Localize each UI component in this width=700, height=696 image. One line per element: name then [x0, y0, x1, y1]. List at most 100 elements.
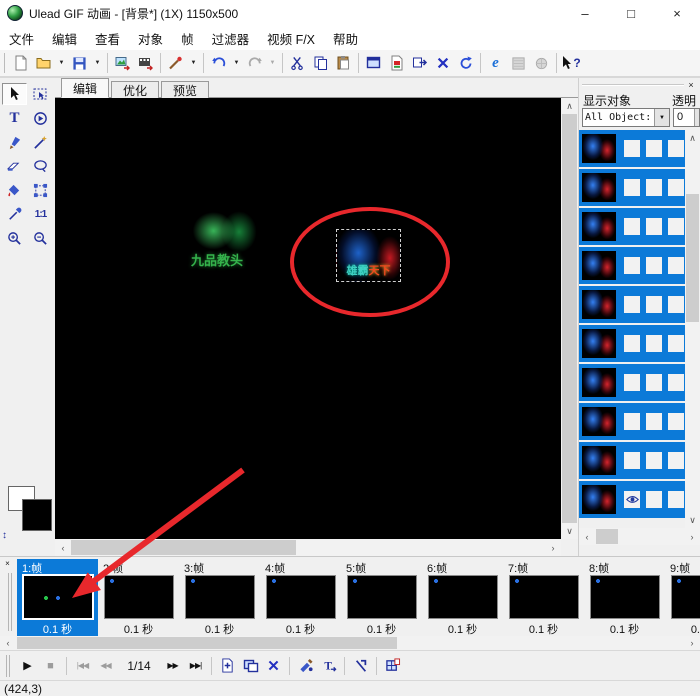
frame-checkbox[interactable]: [646, 296, 662, 313]
frame-thumbnail[interactable]: [590, 575, 660, 619]
frame-checkbox[interactable]: [646, 218, 662, 235]
frame-checkbox[interactable]: [668, 452, 684, 469]
frame-checkbox[interactable]: [668, 218, 684, 235]
scroll-right-icon[interactable]: ›: [684, 528, 700, 545]
frame-checkbox[interactable]: [624, 218, 640, 235]
menu-item-edit[interactable]: 编辑: [43, 29, 86, 48]
scroll-up-icon[interactable]: ∧: [561, 98, 578, 114]
object-thumbnail[interactable]: [582, 368, 616, 397]
frame-checkbox[interactable]: [646, 452, 662, 469]
scroll-right-icon[interactable]: ›: [684, 636, 700, 650]
object-thumbnail[interactable]: [582, 251, 616, 280]
transparency-input[interactable]: 0: [673, 108, 700, 127]
copy-button[interactable]: [309, 51, 332, 75]
object-row[interactable]: [579, 403, 686, 440]
maximize-button[interactable]: □: [608, 0, 654, 26]
transparency-spinner[interactable]: [694, 109, 699, 126]
canvas-vscroll-thumb[interactable]: [562, 114, 577, 523]
object-thumbnail[interactable]: [582, 290, 616, 319]
frame-checkbox[interactable]: [646, 335, 662, 352]
scroll-left-icon[interactable]: ‹: [55, 539, 71, 556]
timeline-frame[interactable]: 5:帧 0.1 秒: [341, 559, 422, 637]
cut-button[interactable]: [286, 51, 309, 75]
scroll-down-icon[interactable]: ∨: [561, 523, 578, 539]
scroll-up-icon[interactable]: ∧: [685, 130, 700, 146]
timeline-frame[interactable]: 1:帧 0.1 秒: [17, 559, 98, 637]
tool-lasso[interactable]: [28, 155, 53, 177]
open-dropdown-icon[interactable]: ▼: [55, 51, 68, 75]
timeline-frame[interactable]: 2:帧 0.1 秒: [98, 559, 179, 637]
object-thumbnail[interactable]: [582, 407, 616, 436]
frame-checkbox[interactable]: [624, 296, 640, 313]
object-row[interactable]: [579, 442, 686, 479]
object-filter-dropdown[interactable]: All Object: ▼: [582, 108, 670, 127]
animation-wizard-button[interactable]: [164, 51, 187, 75]
new-file-button[interactable]: [9, 51, 32, 75]
object-list-scrollbar[interactable]: ∧ ∨: [685, 130, 700, 528]
object-row[interactable]: [579, 286, 686, 323]
timeline-frame[interactable]: 9:帧 0.1 秒: [665, 559, 700, 637]
frame-checkbox[interactable]: [646, 491, 662, 508]
tool-pointer[interactable]: [2, 83, 27, 105]
canvas-vscrollbar[interactable]: ∧ ∨: [561, 98, 578, 539]
next-frame-button[interactable]: ▶▶: [161, 655, 184, 677]
menu-item-frame[interactable]: 帧: [172, 29, 203, 48]
stop-button[interactable]: ■: [39, 655, 62, 677]
tab-preview[interactable]: 预览: [161, 81, 209, 98]
canvas-hscroll-thumb[interactable]: [71, 540, 296, 555]
optimize-gif-button[interactable]: [385, 51, 408, 75]
tool-fill-bucket[interactable]: [2, 179, 27, 201]
open-file-button[interactable]: [32, 51, 55, 75]
frame-thumbnail[interactable]: [266, 575, 336, 619]
undo-dropdown-icon[interactable]: ▼: [230, 51, 243, 75]
context-help-button[interactable]: ?: [560, 51, 583, 75]
object-row[interactable]: [579, 130, 686, 167]
editing-canvas[interactable]: 九品教头 雄霸天下: [55, 98, 561, 539]
object-row[interactable]: [579, 208, 686, 245]
tool-zoom-in[interactable]: [2, 227, 27, 249]
object-thumbnail[interactable]: [582, 212, 616, 241]
scroll-left-icon[interactable]: ‹: [0, 636, 16, 650]
canvas-hscrollbar[interactable]: ‹ ›: [55, 539, 561, 556]
menu-item-filters[interactable]: 过滤器: [203, 29, 259, 48]
scroll-right-icon[interactable]: ›: [545, 539, 561, 556]
add-image-button[interactable]: [111, 51, 134, 75]
tool-eraser[interactable]: [2, 155, 27, 177]
frame-thumbnail[interactable]: [509, 575, 579, 619]
save-dropdown-icon[interactable]: ▼: [91, 51, 104, 75]
tool-eyedropper[interactable]: [2, 203, 27, 225]
effects-button[interactable]: [349, 655, 372, 677]
frame-checkbox[interactable]: [646, 413, 662, 430]
frame-thumbnail[interactable]: [23, 575, 93, 619]
redo-dropdown-icon[interactable]: ▼: [266, 51, 279, 75]
frame-checkbox[interactable]: [668, 335, 684, 352]
minimize-button[interactable]: –: [562, 0, 608, 26]
object-thumbnail[interactable]: [582, 134, 616, 163]
tool-animation-wizard[interactable]: [28, 107, 53, 129]
selected-flame-object[interactable]: 雄霸天下: [336, 229, 401, 282]
frame-checkbox[interactable]: [668, 374, 684, 391]
wizard-dropdown-icon[interactable]: ▼: [187, 51, 200, 75]
timeline-frame[interactable]: 7:帧 0.1 秒: [503, 559, 584, 637]
frame-checkbox[interactable]: [624, 179, 640, 196]
add-video-button[interactable]: [134, 51, 157, 75]
scroll-down-icon[interactable]: ∨: [685, 512, 700, 528]
frame-checkbox[interactable]: [624, 374, 640, 391]
object-thumbnail[interactable]: [582, 446, 616, 475]
redo-button[interactable]: [243, 51, 266, 75]
color-swatch-background[interactable]: [22, 499, 52, 531]
object-row[interactable]: [579, 364, 686, 401]
object-row[interactable]: [579, 169, 686, 206]
menu-item-file[interactable]: 文件: [0, 29, 43, 48]
prev-frame-button[interactable]: ◀◀: [94, 655, 117, 677]
frame-thumbnail[interactable]: [104, 575, 174, 619]
tab-optimize[interactable]: 优化: [111, 81, 159, 98]
frame-thumbnail[interactable]: [428, 575, 498, 619]
swap-colors-icon[interactable]: ↕: [2, 530, 7, 541]
timeline-frame[interactable]: 4:帧 0.1 秒: [260, 559, 341, 637]
tab-edit[interactable]: 编辑: [61, 78, 109, 98]
browser-preview-button[interactable]: e: [484, 51, 507, 75]
frame-checkbox[interactable]: [646, 140, 662, 157]
frame-thumbnail[interactable]: [347, 575, 417, 619]
update-rotate-button[interactable]: [454, 51, 477, 75]
